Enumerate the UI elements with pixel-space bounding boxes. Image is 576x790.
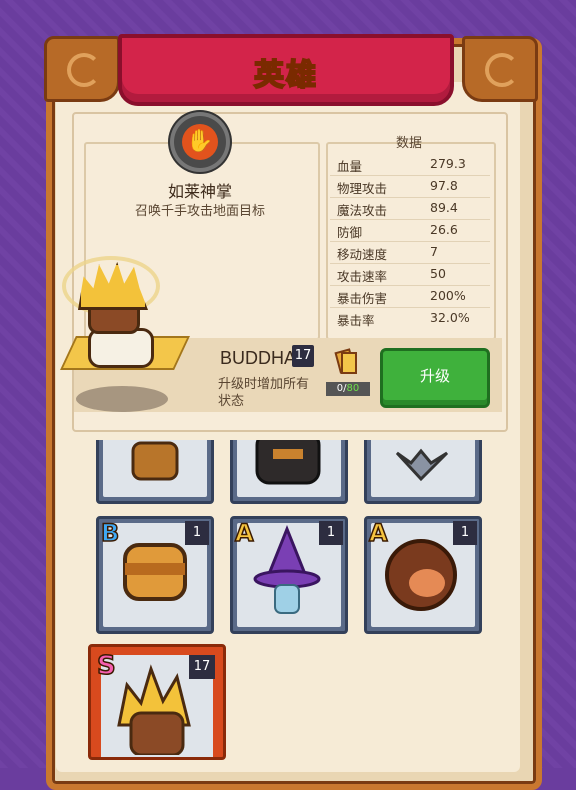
hero-card[interactable]: [230, 440, 348, 504]
hero-card[interactable]: A 1: [230, 516, 348, 634]
corner-ornament-right: [462, 36, 538, 102]
card-rank: A: [368, 518, 388, 548]
stat-label: 暴击伤害: [337, 291, 388, 306]
card-count: 1: [453, 521, 477, 545]
selected-hero-card[interactable]: S 17: [88, 644, 226, 760]
skill-description: 召唤千手攻击地面目标: [134, 204, 265, 219]
hero-name: BUDDHA: [220, 348, 297, 368]
hero-card[interactable]: B 1: [96, 516, 214, 634]
card-count: 17: [189, 655, 215, 679]
hero-card[interactable]: [96, 440, 214, 504]
progress-max: 80: [346, 383, 360, 394]
hero-card[interactable]: [364, 440, 482, 504]
stat-label: 血量: [337, 159, 363, 174]
page-title: 英雄: [253, 57, 318, 94]
card-rank: S: [96, 650, 116, 682]
progress-current: 0: [336, 383, 344, 394]
hero-robe: [88, 328, 154, 368]
stat-label: 物理攻击: [337, 181, 388, 196]
stat-label: 防御: [337, 225, 363, 240]
card-rank: B: [100, 518, 120, 548]
stat-label: 魔法攻击: [337, 203, 388, 218]
stat-label: 暴击率: [337, 313, 375, 328]
card-rank: A: [234, 518, 254, 548]
hero-card[interactable]: A 1: [364, 516, 482, 634]
card-count: 1: [185, 521, 209, 545]
hand-icon: ✋: [182, 124, 218, 160]
stat-value: 32.0%: [430, 310, 470, 325]
hero-shadow: [76, 386, 168, 412]
hero-description: 升级时增加所有状态: [218, 377, 310, 409]
stat-value: 7: [430, 244, 438, 259]
card-count: 1: [319, 521, 343, 545]
stat-value: 97.8: [430, 178, 458, 193]
stat-row-crit-rate: 暴击率 32.0%: [337, 310, 487, 332]
stat-value: 279.3: [430, 156, 466, 171]
skill-icon-frame[interactable]: ✋: [174, 116, 226, 168]
stat-value: 26.6: [430, 222, 458, 237]
title-banner: 英雄: [118, 34, 454, 106]
card-progress: 0/80: [326, 382, 370, 396]
upgrade-button[interactable]: 升级: [380, 348, 490, 408]
stats-heading: 数据: [395, 136, 422, 151]
stat-value: 50: [430, 266, 446, 281]
corner-ornament-left: [44, 36, 120, 102]
skill-name: 如莱神掌: [167, 182, 232, 201]
stat-label: 移动速度: [337, 247, 388, 262]
stat-label: 攻击速率: [337, 269, 388, 284]
stat-value: 89.4: [430, 200, 458, 215]
stat-value: 200%: [430, 288, 466, 303]
hero-level-badge: 17: [292, 345, 314, 367]
hero-cards-icon: [334, 348, 357, 374]
